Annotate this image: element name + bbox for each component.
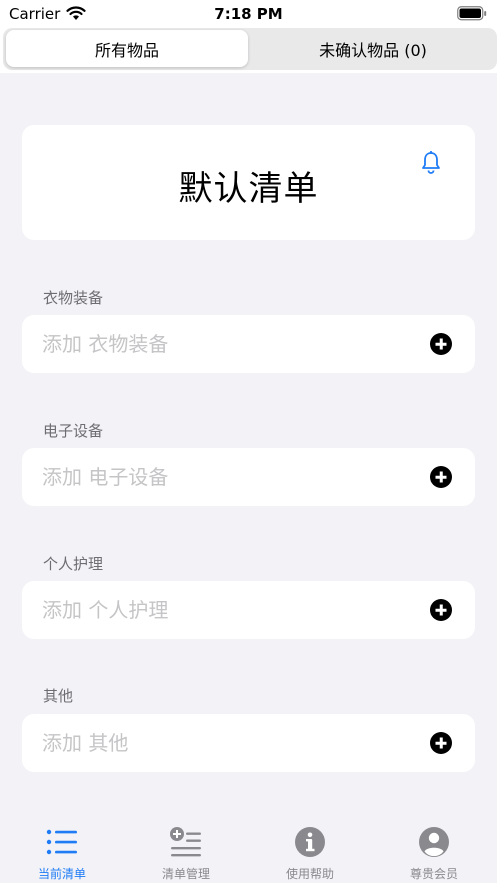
add-row-personal-care	[22, 581, 475, 639]
add-clothing-button[interactable]	[430, 333, 452, 355]
add-electronics-input[interactable]	[42, 448, 422, 506]
tab-bar: 当前清单 清单管理 使用帮助 尊贵会员	[0, 812, 497, 883]
segment-track: 所有物品 未确认物品 (0)	[3, 28, 497, 70]
add-row-electronics	[22, 448, 475, 506]
tab-label: 尊贵会员	[409, 867, 458, 881]
battery-icon	[457, 6, 487, 25]
section-label-other: 其他	[43, 687, 74, 705]
status-bar: Carrier 7:18 PM	[0, 0, 497, 28]
tab-list-management[interactable]: 清单管理	[124, 826, 248, 883]
tab-premium-member[interactable]: 尊贵会员	[372, 826, 496, 883]
add-other-button[interactable]	[430, 732, 452, 754]
add-row-clothing	[22, 315, 475, 373]
tab-current-list[interactable]: 当前清单	[0, 826, 124, 883]
tab-label: 使用帮助	[285, 867, 334, 881]
list-add-icon	[124, 826, 248, 858]
tab-label: 清单管理	[161, 867, 210, 881]
clock: 7:18 PM	[214, 5, 283, 23]
add-clothing-input[interactable]	[42, 315, 422, 373]
list-icon	[0, 826, 124, 858]
segment-all-items[interactable]: 所有物品	[6, 30, 248, 67]
tab-label: 当前清单	[37, 867, 86, 881]
segment-unconfirmed-items[interactable]: 未确认物品 (0)	[251, 30, 495, 67]
section-label-electronics: 电子设备	[43, 422, 104, 440]
add-other-input[interactable]	[42, 714, 422, 772]
bell-icon[interactable]	[420, 150, 442, 179]
section-label-clothing: 衣物装备	[43, 289, 104, 307]
list-title-card: 默认清单	[22, 125, 475, 240]
add-personal-care-button[interactable]	[430, 599, 452, 621]
person-icon	[372, 826, 496, 858]
add-electronics-button[interactable]	[430, 466, 452, 488]
tab-help[interactable]: 使用帮助	[248, 826, 372, 883]
add-row-other	[22, 714, 475, 772]
segmented-control: 所有物品 未确认物品 (0)	[0, 28, 497, 73]
add-personal-care-input[interactable]	[42, 581, 422, 639]
list-title: 默认清单	[178, 169, 319, 209]
section-label-personal-care: 个人护理	[43, 555, 104, 573]
info-icon	[248, 826, 372, 858]
